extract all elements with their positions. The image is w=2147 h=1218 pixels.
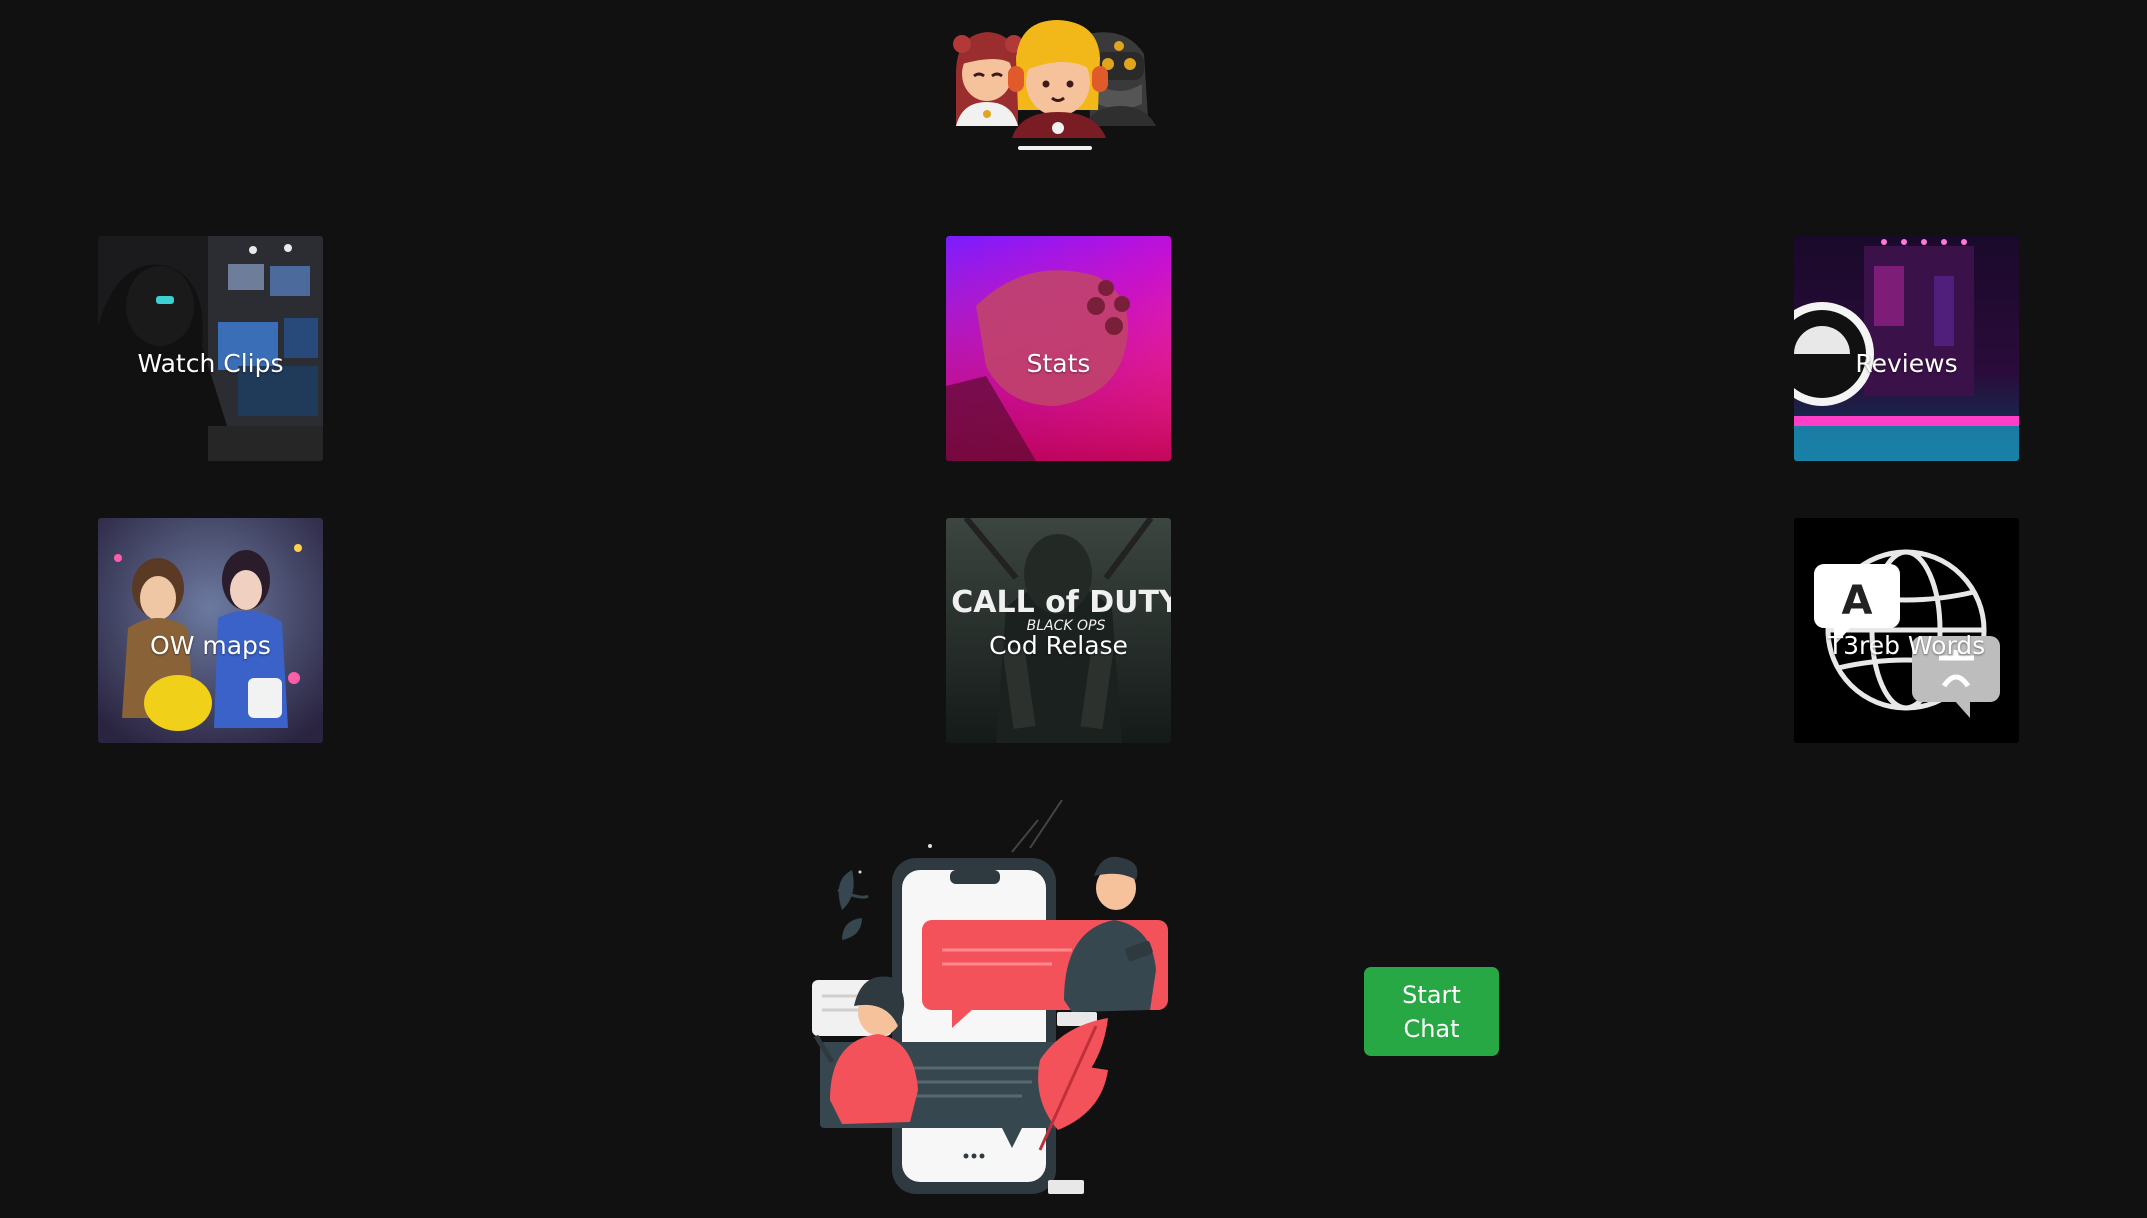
start-chat-button[interactable]: Start Chat (1364, 967, 1499, 1056)
chat-conversation-illustration (812, 799, 1168, 1194)
tile-label: OW maps (150, 631, 271, 660)
tile-stats[interactable]: Stats (946, 236, 1171, 461)
tile-label: Watch Clips (137, 349, 284, 378)
tile-ow-maps[interactable]: OW maps (98, 518, 323, 743)
gamers-group-icon (953, 20, 1156, 150)
chat-illustration (802, 799, 1182, 1200)
tile-t3reb-words[interactable]: A T3reb Words (1794, 518, 2019, 743)
tile-cod-release[interactable]: CALL of DUTY BLACK OPS Cod Relase (946, 518, 1171, 743)
tile-label: Stats (1026, 349, 1091, 378)
cod-logo-text: CALL of DUTY (951, 585, 1171, 620)
tile-watch-clips[interactable]: Watch Clips (98, 236, 323, 461)
tile-label: Cod Relase (989, 631, 1128, 660)
translate-letter-a: A (1842, 578, 1873, 624)
tile-label: T3reb Words (1827, 631, 1986, 660)
tile-reviews[interactable]: Reviews (1794, 236, 2019, 461)
gamers-logo (948, 14, 1168, 156)
tile-label: Reviews (1855, 349, 1958, 378)
